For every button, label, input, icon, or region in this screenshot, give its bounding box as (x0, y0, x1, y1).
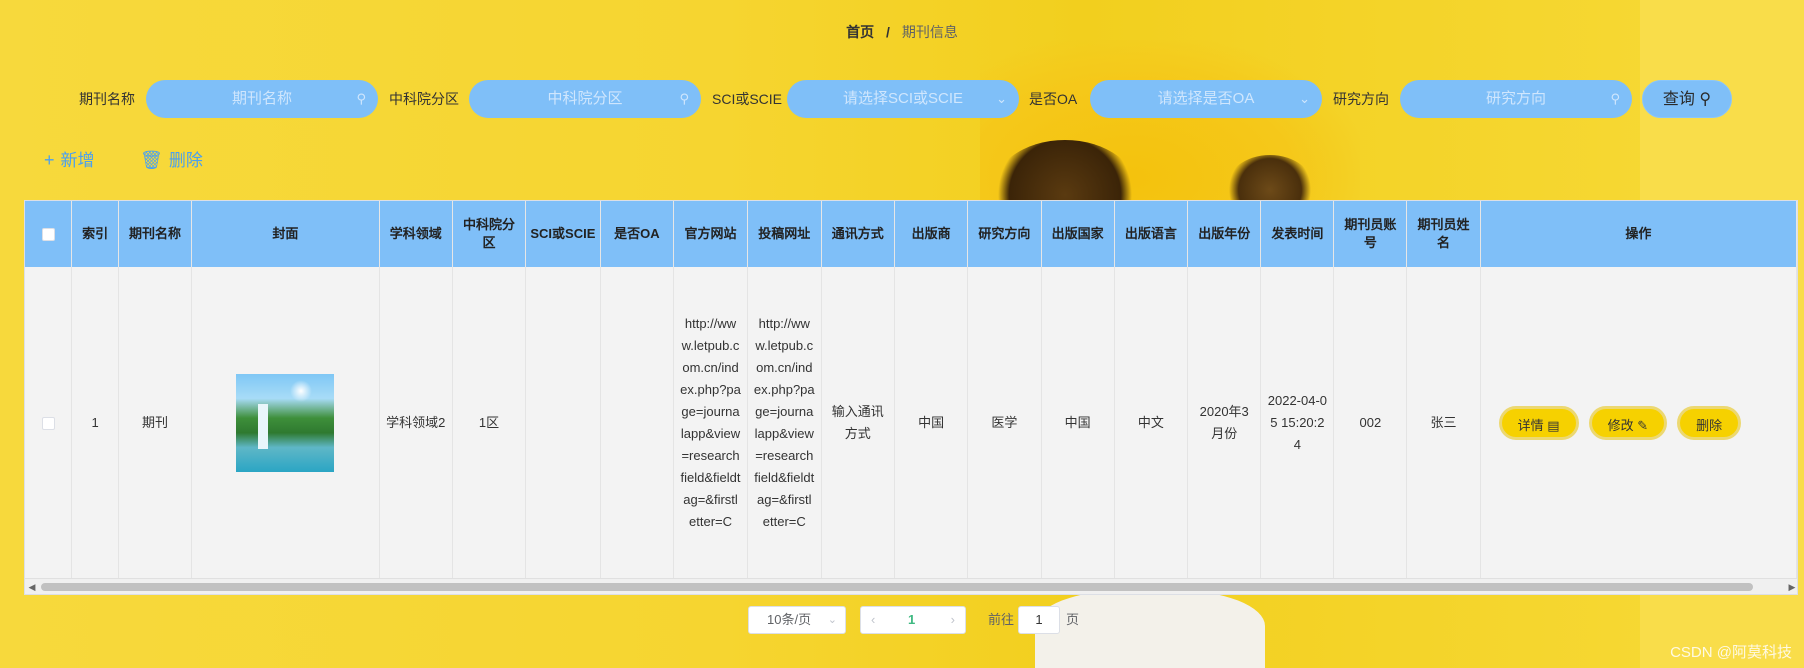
breadcrumb: 首页 / 期刊信息 (0, 22, 1804, 42)
oa-label: 是否OA (1029, 91, 1078, 107)
scroll-right-icon[interactable]: ▶ (1785, 579, 1797, 594)
next-page-icon[interactable]: › (951, 607, 955, 633)
batch-delete-button[interactable]: 🗑 删除 (140, 148, 203, 172)
column-header[interactable]: 研究方向 (967, 201, 1042, 267)
search-icon: ⚲ (1699, 91, 1712, 108)
select-all-checkbox[interactable] (41, 228, 55, 242)
column-header[interactable]: 期刊名称 (118, 201, 193, 267)
publisher-cell: 中国 (894, 267, 969, 579)
column-header[interactable]: 通讯方式 (821, 201, 895, 267)
search-icon: ⚲ (679, 91, 689, 106)
query-button[interactable]: 查询 ⚲ (1642, 80, 1732, 118)
column-header[interactable]: 中科院分区 (452, 201, 527, 267)
chevron-down-icon: ⌄ (1299, 91, 1310, 106)
page-size-select[interactable]: 10条/页 ⌄ (748, 606, 846, 634)
table-row[interactable]: 1 期刊 学科领域2 1区 http://www.letpub.com.cn/i… (25, 267, 1797, 579)
row-delete-button[interactable]: 删除 (1677, 406, 1742, 440)
column-header[interactable]: 出版国家 (1041, 201, 1115, 267)
watermark: CSDN @阿莫科技 (1670, 644, 1792, 661)
year-cell: 2020年3月份 (1187, 267, 1262, 579)
operations-cell: 详情 ▤ 修改 ✎ 删除 (1480, 267, 1797, 579)
column-header[interactable]: 出版语言 (1114, 201, 1189, 267)
detail-button[interactable]: 详情 ▤ (1498, 406, 1579, 440)
column-header[interactable]: 投稿网址 (747, 201, 822, 267)
column-header[interactable]: SCI或SCIE (525, 201, 601, 267)
sci-cell (525, 267, 601, 579)
row-checkbox[interactable] (41, 417, 55, 431)
chevron-down-icon: ⌄ (996, 91, 1007, 106)
sci-select[interactable]: 请选择SCI或SCIE ⌄ (787, 80, 1019, 118)
journal-name-label: 期刊名称 (79, 91, 135, 107)
oa-select[interactable]: 请选择是否OA ⌄ (1090, 80, 1322, 118)
breadcrumb-home[interactable]: 首页 (846, 24, 874, 40)
column-header[interactable]: 期刊员姓名 (1406, 201, 1481, 267)
column-header[interactable]: 出版年份 (1187, 201, 1262, 267)
goto-page-input[interactable]: 1 (1018, 606, 1060, 634)
column-header[interactable]: 学科领域 (379, 201, 453, 267)
document-icon: ▤ (1547, 418, 1560, 433)
select-all-header (25, 201, 73, 267)
cas-partition-input[interactable]: 中科院分区 ⚲ (469, 80, 701, 118)
column-header[interactable]: 官方网站 (673, 201, 748, 267)
pencil-icon: ✎ (1637, 418, 1649, 433)
page-number-current[interactable]: 1 (908, 607, 915, 633)
scroll-left-icon[interactable]: ◀ (25, 579, 39, 594)
edit-button[interactable]: 修改 ✎ (1588, 406, 1668, 440)
goto-label: 前往 (988, 612, 1015, 627)
search-icon: ⚲ (356, 91, 366, 106)
research-direction-input[interactable]: 研究方向 ⚲ (1400, 80, 1632, 118)
page-navigator: ‹ 1 › (860, 606, 966, 634)
row-select-cell (25, 267, 73, 579)
journal-name-cell: 期刊 (118, 267, 193, 579)
cover-cell (191, 267, 380, 579)
chevron-down-icon: ⌄ (827, 614, 837, 626)
column-header[interactable]: 期刊员账号 (1333, 201, 1408, 267)
column-header[interactable]: 是否OA (600, 201, 675, 267)
plus-icon: + (44, 150, 55, 170)
staff-name-cell: 张三 (1406, 267, 1481, 579)
table-header-row: 索引 期刊名称 封面 学科领域 中科院分区 SCI或SCIE 是否OA 官方网站… (25, 201, 1797, 267)
subject-cell: 学科领域2 (379, 267, 453, 579)
journal-name-input[interactable]: 期刊名称 ⚲ (146, 80, 378, 118)
sci-label: SCI或SCIE (712, 91, 783, 107)
breadcrumb-current: 期刊信息 (901, 24, 958, 40)
contact-cell: 输入通讯方式 (821, 267, 895, 579)
country-cell: 中国 (1041, 267, 1115, 579)
breadcrumb-separator: / (886, 24, 890, 40)
prev-page-icon[interactable]: ‹ (871, 607, 875, 633)
column-header[interactable]: 发表时间 (1260, 201, 1335, 267)
pagination: 10条/页 ⌄ ‹ 1 › 前往 1 页 (0, 606, 1804, 634)
cas-partition-label: 中科院分区 (389, 91, 459, 107)
submit-url-cell: http://www.letpub.com.cn/index.php?page=… (747, 267, 822, 579)
publish-time-cell: 2022-04-05 15:20:24 (1260, 267, 1335, 579)
trash-icon: 🗑 (140, 150, 163, 170)
partition-cell: 1区 (452, 267, 527, 579)
account-cell: 002 (1333, 267, 1408, 579)
column-header[interactable]: 操作 (1480, 201, 1797, 267)
research-direction-label: 研究方向 (1333, 91, 1389, 107)
language-cell: 中文 (1114, 267, 1189, 579)
search-icon: ⚲ (1610, 91, 1620, 106)
add-button[interactable]: + 新增 (44, 148, 95, 172)
index-cell: 1 (71, 267, 119, 579)
website-cell: http://www.letpub.com.cn/index.php?page=… (673, 267, 748, 579)
scrollbar-thumb[interactable] (41, 583, 1753, 591)
column-header[interactable]: 封面 (191, 201, 380, 267)
search-bar: 期刊名称 期刊名称 ⚲ 中科院分区 中科院分区 ⚲ SCI或SCIE 请选择SC… (0, 80, 1804, 118)
column-header[interactable]: 出版商 (894, 201, 969, 267)
horizontal-scrollbar[interactable]: ◀ ▶ (25, 578, 1797, 594)
column-header[interactable]: 索引 (71, 201, 119, 267)
goto-unit-label: 页 (1066, 612, 1080, 627)
oa-cell (600, 267, 675, 579)
direction-cell: 医学 (967, 267, 1042, 579)
data-table: 索引 期刊名称 封面 学科领域 中科院分区 SCI或SCIE 是否OA 官方网站… (24, 200, 1798, 595)
cover-image[interactable] (236, 374, 335, 472)
